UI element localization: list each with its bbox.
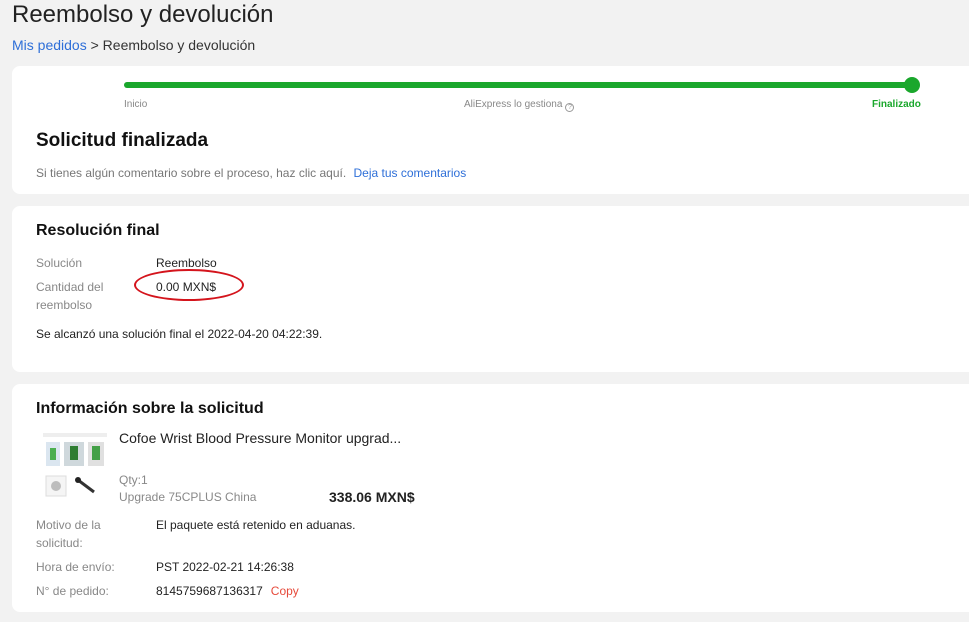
product-thumbnail[interactable] <box>42 432 108 504</box>
progress-end-dot <box>904 77 920 93</box>
status-card: Inicio AliExpress lo gestiona? Finalizad… <box>12 66 969 194</box>
progress-track <box>124 77 920 93</box>
highlight-ellipse <box>134 269 244 301</box>
comment-text: Si tienes algún comentario sobre el proc… <box>36 166 347 180</box>
step-middle-label: AliExpress lo gestiona? <box>464 99 575 112</box>
order-number-value: 8145759687136317 <box>156 584 263 598</box>
reason-value: El paquete está retenido en aduanas. <box>156 518 356 532</box>
resolution-title: Resolución final <box>36 222 160 239</box>
ship-time-label: Hora de envío: <box>36 560 115 574</box>
step-start-label: Inicio <box>124 99 148 110</box>
breadcrumb-current: Reembolso y devolución <box>102 37 256 53</box>
progress-fill <box>124 82 916 88</box>
final-resolution-note: Se alcanzó una solución final el 2022-04… <box>36 327 323 341</box>
step-end-label: Finalizado <box>872 99 921 110</box>
feedback-link[interactable]: Deja tus comentarios <box>354 166 467 180</box>
refund-amount-value-wrap: 0.00 MXN$ <box>134 269 244 301</box>
ship-time-value: PST 2022-02-21 14:26:38 <box>156 560 294 574</box>
breadcrumb: Mis pedidos > Reembolso y devolución <box>12 37 255 53</box>
breadcrumb-link-orders[interactable]: Mis pedidos <box>12 37 87 53</box>
copy-button[interactable]: Copy <box>271 584 299 598</box>
request-info-card: Información sobre la solicitud Cofoe Wri… <box>12 384 969 612</box>
page-title: Reembolso y devolución <box>12 1 274 28</box>
request-info-title: Información sobre la solicitud <box>36 400 264 417</box>
product-image <box>43 433 107 497</box>
resolution-card: Resolución final Solución Reembolso Cant… <box>12 206 969 372</box>
step-middle-text: AliExpress lo gestiona <box>464 99 563 110</box>
reason-label: Motivo de la solicitud: <box>36 518 101 550</box>
product-qty: Qty:1 <box>119 473 148 487</box>
order-number-label: N° de pedido: <box>36 584 109 598</box>
solution-label: Solución <box>36 256 83 270</box>
product-variant: Upgrade 75CPLUS China <box>119 490 257 504</box>
order-number-value-wrap: 8145759687136317 Copy <box>156 582 299 600</box>
help-icon[interactable]: ? <box>565 103 575 112</box>
product-title[interactable]: Cofoe Wrist Blood Pressure Monitor upgra… <box>119 430 401 446</box>
refund-amount-label: Cantidad del reembolso <box>36 280 104 312</box>
breadcrumb-separator: > <box>90 37 99 53</box>
product-price: 338.06 MXN$ <box>329 489 415 505</box>
status-title: Solicitud finalizada <box>36 130 209 151</box>
comment-line: Si tienes algún comentario sobre el proc… <box>36 166 466 180</box>
